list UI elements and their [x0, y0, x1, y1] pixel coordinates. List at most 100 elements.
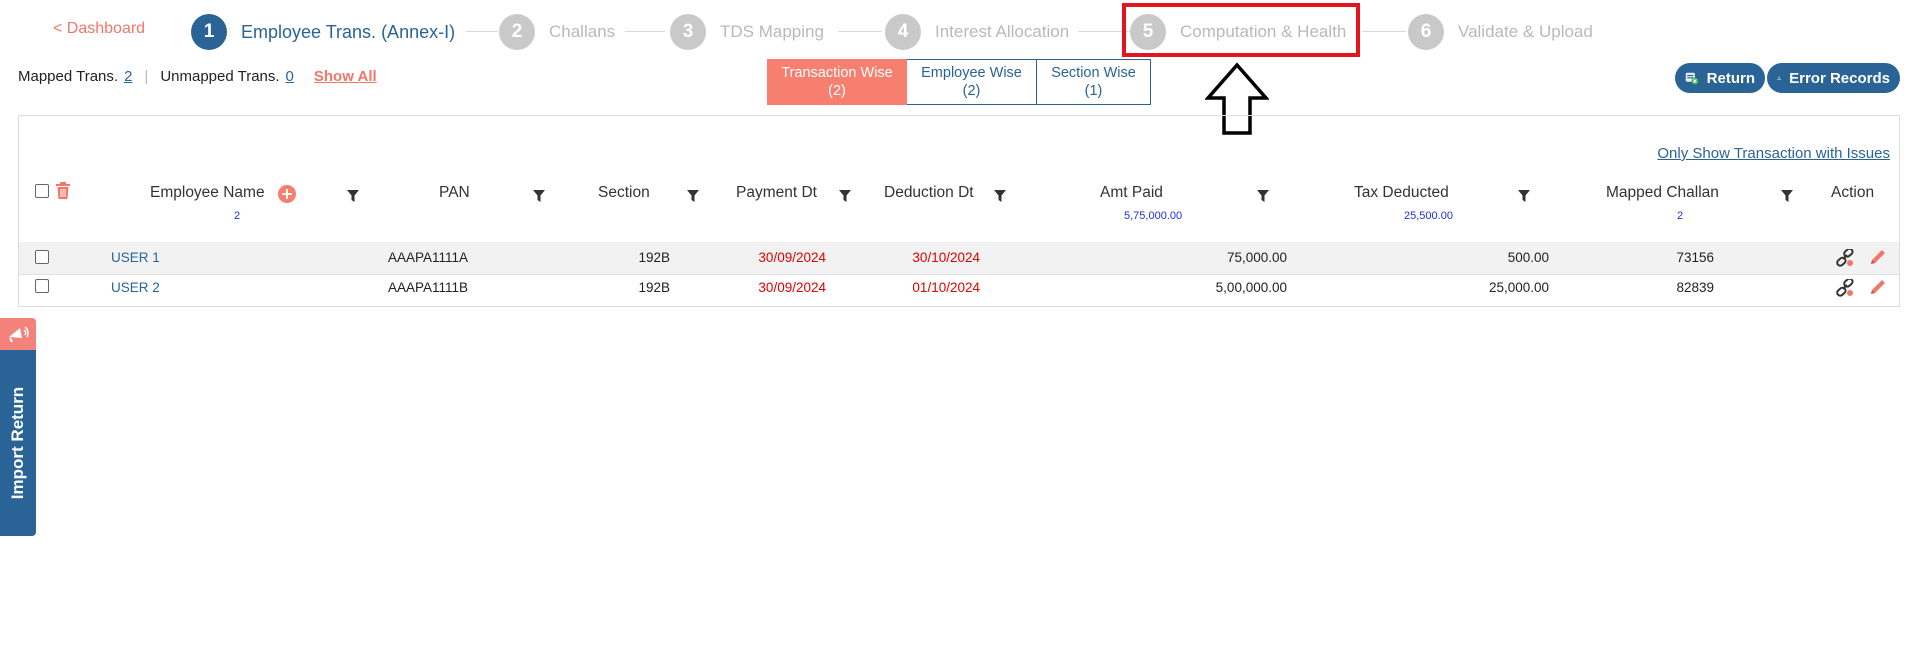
mapped-count-link[interactable]: 2	[124, 68, 132, 85]
tab-transaction-wise[interactable]: Transaction Wise (2)	[767, 59, 907, 105]
row-checkbox[interactable]	[35, 250, 49, 264]
transactions-table: Only Show Transaction with Issues Employ…	[18, 115, 1900, 307]
table-row[interactable]: USER 2 AAAPA1111B 192B 30/09/2024 01/10/…	[19, 275, 1899, 307]
link-icon[interactable]	[1835, 279, 1855, 297]
payment-dt-cell: 30/09/2024	[758, 280, 826, 295]
delete-icon[interactable]	[55, 182, 71, 200]
error-records-label: Error Records	[1789, 69, 1890, 87]
deduction-dt-cell: 01/10/2024	[912, 280, 980, 295]
deduction-dt-cell: 30/10/2024	[912, 250, 980, 265]
filter-icon[interactable]	[1781, 190, 1793, 202]
tab-count: (1)	[1084, 83, 1103, 99]
filter-icon[interactable]	[839, 190, 851, 202]
table-row[interactable]: USER 1 AAAPA1111A 192B 30/09/2024 30/10/…	[19, 242, 1899, 274]
step-connector	[466, 31, 498, 32]
step-challans[interactable]: 2 Challans	[499, 14, 615, 50]
step-connector	[1362, 31, 1406, 32]
mapped-challan-cell: 73156	[1676, 250, 1714, 265]
step-validate-upload[interactable]: 6 Validate & Upload	[1408, 14, 1593, 50]
section-cell: 192B	[638, 250, 670, 265]
col-employee-name: Employee Name	[150, 184, 265, 201]
col-section: Section	[598, 184, 650, 201]
filter-icon[interactable]	[1257, 190, 1269, 202]
tab-label: Section Wise	[1051, 65, 1136, 81]
mapped-challan-count: 2	[1677, 210, 1684, 222]
side-tab-body: Import Return	[0, 350, 36, 536]
mapping-summary: Mapped Trans. 2 | Unmapped Trans. 0 Show…	[18, 68, 377, 85]
step-interest-allocation[interactable]: 4 Interest Allocation	[885, 14, 1069, 50]
filter-icon[interactable]	[687, 190, 699, 202]
col-action: Action	[1831, 184, 1875, 201]
tab-employee-wise[interactable]: Employee Wise (2)	[907, 59, 1037, 105]
filter-icon[interactable]	[533, 190, 545, 202]
col-mapped-challan: Mapped Challan	[1606, 184, 1719, 201]
step-employee-trans[interactable]: 1 Employee Trans. (Annex-I)	[191, 14, 455, 50]
employee-name-link[interactable]: USER 1	[111, 250, 160, 265]
excel-icon	[1685, 72, 1699, 85]
edit-icon[interactable]	[1868, 249, 1888, 267]
filter-icon[interactable]	[347, 190, 359, 202]
side-tab-header	[0, 318, 36, 350]
error-records-button[interactable]: Error Records	[1767, 63, 1900, 93]
link-icon[interactable]	[1835, 249, 1855, 267]
app-root: < Dashboard 1 Employee Trans. (Annex-I) …	[0, 0, 1908, 648]
highlight-box	[1122, 3, 1360, 57]
amt-paid-total: 5,75,000.00	[1124, 210, 1183, 222]
filter-icon[interactable]	[994, 190, 1006, 202]
edit-icon[interactable]	[1868, 279, 1888, 297]
mapped-label: Mapped Trans.	[18, 68, 119, 85]
employee-count: 2	[234, 210, 241, 222]
tab-count: (2)	[962, 83, 981, 99]
col-deduction-dt: Deduction Dt	[884, 184, 974, 201]
import-return-side-tab[interactable]: Import Return	[0, 318, 36, 536]
download-icon	[1777, 76, 1781, 80]
pan-cell: AAAPA1111A	[388, 250, 469, 265]
tax-deducted-cell: 25,000.00	[1488, 280, 1549, 295]
tab-label: Transaction Wise	[781, 65, 893, 81]
col-payment-dt: Payment Dt	[736, 184, 817, 201]
tab-label: Employee Wise	[921, 65, 1022, 81]
show-all-link[interactable]: Show All	[314, 68, 377, 85]
step-label: Interest Allocation	[935, 22, 1070, 41]
tab-count: (2)	[828, 83, 846, 99]
payment-dt-cell: 30/09/2024	[758, 250, 826, 265]
megaphone-icon	[9, 326, 29, 343]
col-amt-paid: Amt Paid	[1100, 184, 1163, 201]
step-tds-mapping[interactable]: 3 TDS Mapping	[670, 14, 824, 50]
section-cell: 192B	[638, 280, 670, 295]
tax-deducted-cell: 500.00	[1507, 250, 1549, 265]
col-tax-deducted: Tax Deducted	[1354, 184, 1449, 201]
step-connector	[838, 31, 882, 32]
dashboard-back-link[interactable]: < Dashboard	[53, 20, 145, 38]
select-all-checkbox[interactable]	[35, 184, 49, 198]
unmapped-label: Unmapped Trans.	[160, 68, 280, 85]
amt-paid-cell: 75,000.00	[1226, 250, 1287, 265]
step-number: 2	[499, 14, 535, 50]
only-issues-link[interactable]: Only Show Transaction with Issues	[1657, 145, 1890, 162]
add-icon[interactable]	[278, 185, 296, 203]
separator: |	[144, 68, 149, 85]
step-number: 3	[670, 14, 706, 50]
pan-cell: AAAPA1111B	[388, 280, 469, 295]
step-number: 6	[1408, 14, 1444, 50]
step-number: 1	[191, 14, 227, 50]
side-tab-label: Import Return	[8, 386, 27, 500]
filter-icon[interactable]	[1518, 190, 1530, 202]
step-connector	[625, 31, 665, 32]
return-label: Return	[1706, 69, 1755, 87]
step-number: 4	[885, 14, 921, 50]
view-tabs: Transaction Wise (2) Employee Wise (2) S…	[767, 59, 1151, 105]
step-label: TDS Mapping	[720, 22, 824, 41]
amt-paid-cell: 5,00,000.00	[1215, 280, 1287, 295]
step-label: Challans	[549, 22, 616, 41]
employee-name-link[interactable]: USER 2	[111, 280, 160, 295]
step-label: Validate & Upload	[1458, 22, 1593, 41]
unmapped-count-link[interactable]: 0	[286, 68, 294, 85]
return-button[interactable]: Return	[1675, 63, 1765, 93]
mapped-challan-cell: 82839	[1676, 280, 1714, 295]
row-checkbox[interactable]	[35, 279, 49, 293]
tax-deducted-total: 25,500.00	[1404, 210, 1453, 222]
step-label: Employee Trans. (Annex-I)	[241, 21, 456, 42]
tab-section-wise[interactable]: Section Wise (1)	[1037, 59, 1151, 105]
col-pan: PAN	[439, 184, 470, 201]
